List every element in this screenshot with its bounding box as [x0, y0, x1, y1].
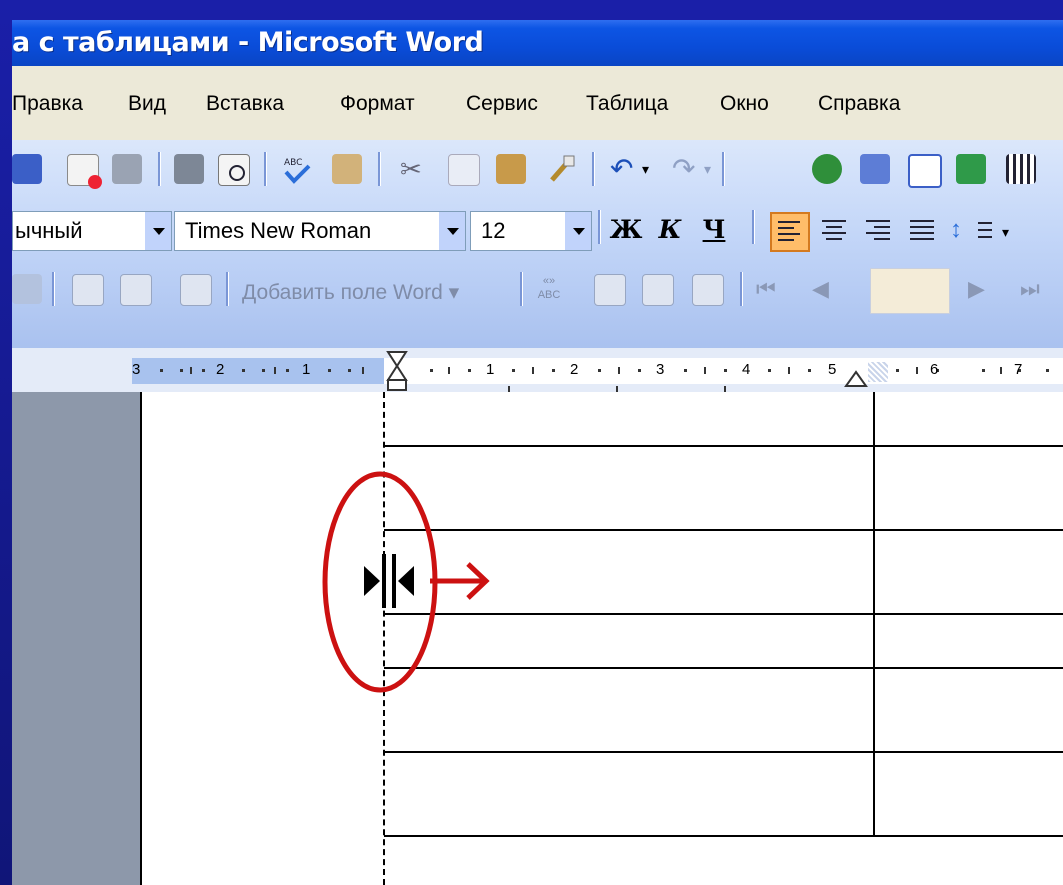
highlight-fields-icon[interactable]: [594, 274, 626, 306]
open-data-source-icon[interactable]: [72, 274, 104, 306]
menu-tools[interactable]: Сервис: [466, 92, 538, 116]
svg-text:ABC: ABC: [284, 158, 302, 168]
font-dropdown-icon[interactable]: [439, 212, 465, 250]
line-spacing-dropdown-icon[interactable]: ▾: [1002, 224, 1009, 241]
font-value: Times New Roman: [185, 218, 372, 243]
permission-icon[interactable]: [67, 154, 102, 189]
ruler-label: 7: [1014, 361, 1023, 378]
record-number-input[interactable]: [870, 268, 950, 314]
word-window: а с таблицами - Microsoft Word Правка Ви…: [12, 20, 1063, 885]
column-marker-icon[interactable]: [868, 362, 888, 382]
left-margin-area: [12, 392, 140, 885]
table-row-border: [384, 751, 1063, 753]
ruler-label: 3: [132, 361, 141, 378]
font-size-value: 12: [481, 218, 506, 243]
menu-view[interactable]: Вид: [128, 92, 166, 116]
column-resize-cursor-icon: [364, 554, 414, 608]
previous-record-icon[interactable]: ◀: [812, 274, 842, 304]
align-left-button[interactable]: [770, 212, 810, 252]
menu-help[interactable]: Справка: [818, 92, 900, 116]
last-record-icon[interactable]: ⏭: [1020, 274, 1050, 304]
font-box[interactable]: Times New Roman: [174, 211, 466, 251]
insert-table-icon[interactable]: [908, 154, 942, 188]
style-box[interactable]: ычный: [12, 211, 172, 251]
style-value: ычный: [15, 218, 83, 243]
print-icon[interactable]: [174, 154, 204, 184]
justify-button[interactable]: [904, 212, 940, 248]
cut-icon[interactable]: ✂: [400, 154, 430, 184]
style-dropdown-icon[interactable]: [145, 212, 171, 250]
underline-button[interactable]: Ч: [696, 210, 732, 250]
ruler-label: 5: [828, 361, 837, 378]
align-center-button[interactable]: [816, 212, 852, 248]
font-size-box[interactable]: 12: [470, 211, 592, 251]
menu-bar: Правка Вид Вставка Формат Сервис Таблица…: [12, 66, 1063, 142]
insert-excel-icon[interactable]: [956, 154, 986, 184]
align-right-button[interactable]: [860, 212, 896, 248]
bold-button[interactable]: Ж: [608, 210, 644, 250]
arrow-right-icon: [430, 562, 490, 600]
menu-table[interactable]: Таблица: [586, 92, 668, 116]
undo-icon[interactable]: ↶: [610, 154, 640, 184]
toolbars: ABC ✂ ↶ ▾ ↷ ▾ ычный Times New Roman 12 Ж…: [12, 140, 1063, 350]
ruler-label: 2: [570, 361, 579, 378]
mail-merge-toolbar: Добавить поле Word ▾ «» ABC ⏮ ◀ ▶ ⏭: [12, 260, 1063, 318]
paste-icon[interactable]: [496, 154, 526, 184]
address-block-icon[interactable]: [180, 274, 212, 306]
undo-dropdown-icon[interactable]: ▾: [642, 154, 672, 184]
ruler-label: 1: [486, 361, 495, 378]
view-merged-data-icon[interactable]: «» ABC: [534, 274, 564, 304]
match-fields-icon[interactable]: [642, 274, 674, 306]
menu-insert[interactable]: Вставка: [206, 92, 284, 116]
formatting-toolbar: ычный Times New Roman 12 Ж К Ч ↕ ▾: [12, 198, 1063, 256]
menu-edit[interactable]: Правка: [12, 92, 83, 116]
ruler-label: 2: [216, 361, 225, 378]
annotation-ellipse: [322, 471, 438, 693]
ruler-label: 6: [930, 361, 939, 378]
ruler-label: 3: [656, 361, 665, 378]
add-word-field-button[interactable]: Добавить поле Word ▾: [242, 280, 459, 305]
hyperlink-icon[interactable]: [812, 154, 842, 184]
print-preview-icon[interactable]: [218, 154, 250, 186]
annotation-overlay: [322, 471, 490, 693]
horizontal-ruler[interactable]: 3 2 1 1 2 3 4 5 6 7: [12, 348, 1063, 392]
columns-icon[interactable]: [1006, 154, 1036, 184]
indent-marker-icon[interactable]: [386, 348, 410, 392]
window-title: а с таблицами - Microsoft Word: [12, 27, 484, 58]
italic-button[interactable]: К: [652, 210, 688, 250]
email-icon[interactable]: [112, 154, 142, 184]
next-record-icon[interactable]: ▶: [968, 274, 998, 304]
tables-borders-icon[interactable]: [860, 154, 890, 184]
font-size-dropdown-icon[interactable]: [565, 212, 591, 250]
copy-icon[interactable]: [448, 154, 480, 186]
format-painter-icon[interactable]: [546, 154, 576, 184]
spelling-icon[interactable]: ABC: [282, 154, 312, 184]
title-bar: а с таблицами - Microsoft Word: [12, 20, 1063, 66]
menu-window[interactable]: Окно: [720, 92, 769, 116]
redo-dropdown-icon[interactable]: ▾: [704, 154, 734, 184]
redo-icon[interactable]: ↷: [672, 154, 702, 184]
propagate-labels-icon[interactable]: [692, 274, 724, 306]
save-icon[interactable]: [12, 154, 42, 184]
first-record-icon[interactable]: ⏮: [756, 274, 786, 304]
right-indent-marker-icon[interactable]: [844, 362, 868, 390]
document-page[interactable]: [140, 392, 1063, 885]
menu-format[interactable]: Формат: [340, 92, 415, 116]
main-document-icon[interactable]: [12, 274, 42, 304]
table-row-border: [384, 445, 1063, 447]
standard-toolbar: ABC ✂ ↶ ▾ ↷ ▾: [12, 140, 1063, 198]
ruler-label: 4: [742, 361, 751, 378]
recipients-icon[interactable]: [120, 274, 152, 306]
ruler-ticks: [160, 367, 1049, 392]
research-icon[interactable]: [332, 154, 362, 184]
table-row-border: [384, 835, 1063, 837]
ruler-label: 1: [302, 361, 311, 378]
